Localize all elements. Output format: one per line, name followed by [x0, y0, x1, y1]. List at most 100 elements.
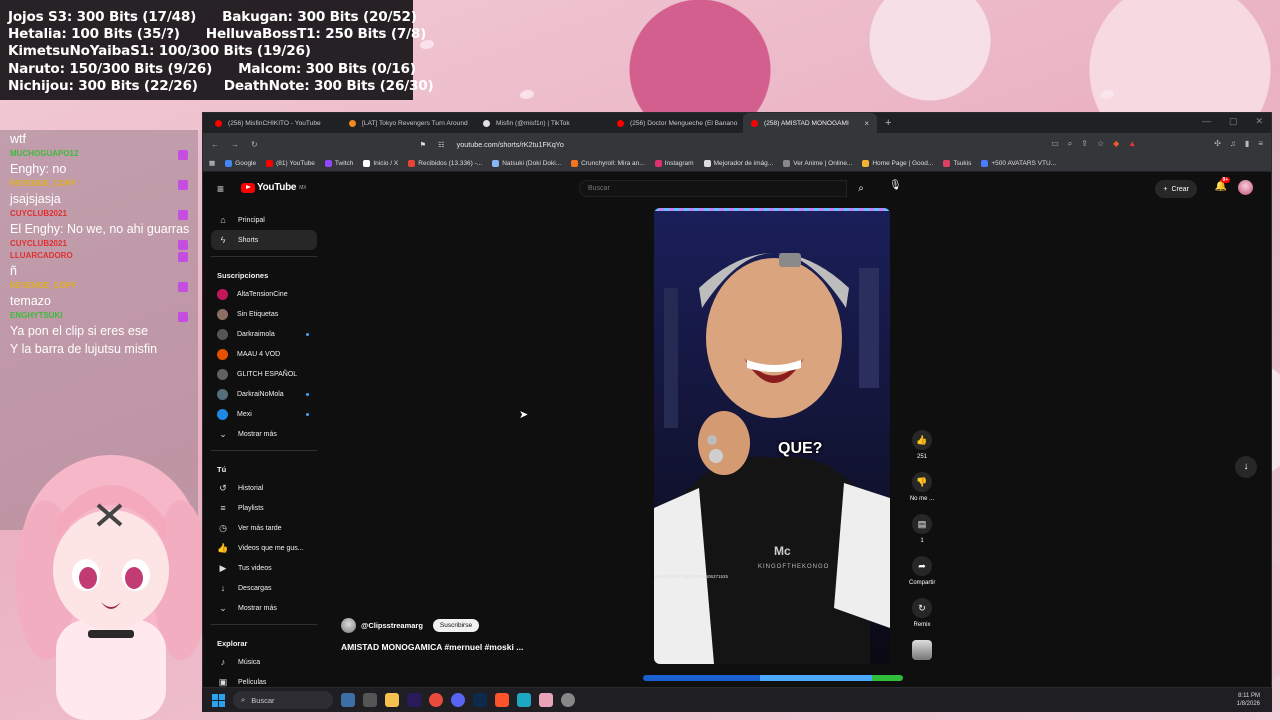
url-field[interactable]: youtube.com/shorts/rK2tu1FKqYo: [457, 140, 564, 149]
settings-icon[interactable]: [561, 693, 575, 707]
zoom-icon[interactable]: ⌕: [1068, 139, 1072, 149]
action-like[interactable]: 👍 251: [909, 430, 935, 460]
bookmark-item[interactable]: (81) YouTube: [266, 159, 315, 167]
subscription-item[interactable]: Sin Etiquetas: [211, 304, 317, 324]
bookmark-item[interactable]: Inicio / X: [363, 159, 398, 167]
chrome-icon[interactable]: [429, 693, 443, 707]
discord-icon[interactable]: [451, 693, 465, 707]
extension-icon[interactable]: ▲: [1128, 139, 1136, 149]
browser-tab[interactable]: (256) Doctor Mengueche (El Banano: [609, 113, 743, 133]
share-page-icon[interactable]: ⇪: [1081, 139, 1088, 149]
tab-close-icon[interactable]: ×: [864, 119, 869, 128]
sidebar-item[interactable]: ▣ Películas: [211, 672, 317, 687]
forward-icon[interactable]: →: [231, 140, 239, 149]
chat-username[interactable]: ENGHYTSUKI: [10, 310, 192, 322]
browser-tab[interactable]: (258) AMISTAD MONOGAMI ×: [743, 113, 877, 133]
bookmark-item[interactable]: Crunchyroll: Mira an...: [571, 159, 645, 167]
bookmark-item[interactable]: +500 AVATARS VTU...: [981, 159, 1056, 167]
site-info-icon[interactable]: ☷: [438, 140, 444, 149]
subscription-item[interactable]: MAAU 4 VOD: [211, 344, 317, 364]
apps-icon[interactable]: ▦: [209, 159, 215, 167]
sidebar-item[interactable]: ◷ Ver más tarde: [211, 518, 317, 538]
bookmark-item[interactable]: Tsukis: [943, 159, 971, 167]
video-title[interactable]: AMISTAD MONOGAMICA #mernuel #moski ...: [341, 642, 523, 652]
bookmark-item[interactable]: Google: [225, 159, 256, 167]
chat-username[interactable]: CUYCLUB2021: [10, 208, 192, 220]
bookmark-item[interactable]: Natsuki (Doki Doki...: [492, 159, 561, 167]
chat-username[interactable]: LLUARCADORO: [10, 250, 192, 262]
user-avatar[interactable]: [1238, 180, 1253, 195]
sidebar-item[interactable]: 👍 Videos que me gus...: [211, 538, 317, 558]
you-heading[interactable]: Tú: [211, 457, 317, 478]
browser-tab[interactable]: [LAT] Tokyo Revengers Turn Around: [341, 113, 475, 133]
search-button[interactable]: ⌕: [847, 180, 875, 197]
windows-start-icon[interactable]: [212, 693, 225, 707]
sidebar-item[interactable]: ▶ Tus videos: [211, 558, 317, 578]
bookmark-item[interactable]: Home Page | Good...: [862, 159, 933, 167]
sidebar-item[interactable]: ↺ Historial: [211, 478, 317, 498]
close-icon[interactable]: ✕: [1255, 116, 1263, 127]
sidebar-item[interactable]: ≡ Playlists: [211, 498, 317, 518]
media-icon[interactable]: ♫: [1230, 139, 1236, 149]
chat-username[interactable]: CUYCLUB2021: [10, 238, 192, 250]
cast-icon[interactable]: ▭: [1051, 139, 1059, 149]
channel-name[interactable]: @Clipsstreamarg: [361, 621, 423, 630]
subscriptions-heading[interactable]: Suscripciones: [211, 263, 317, 284]
bookmark-item[interactable]: Ver Anime | Online...: [783, 159, 852, 167]
puzzle-icon[interactable]: ✣: [1214, 139, 1221, 149]
bookmark-icon[interactable]: ⚑: [420, 140, 426, 149]
notifications-icon[interactable]: 🔔 9+: [1215, 177, 1231, 192]
minimize-icon[interactable]: —: [1202, 116, 1211, 127]
menu-icon[interactable]: ≡: [1258, 139, 1263, 149]
bookmark-item[interactable]: Instagram: [654, 159, 694, 167]
taskbar-search[interactable]: ⌕ Buscar: [233, 691, 333, 709]
subscription-item[interactable]: GLITCH ESPAÑOL: [211, 364, 317, 384]
sidebar-item[interactable]: ♪ Música: [211, 652, 317, 672]
reload-icon[interactable]: ↻: [251, 140, 258, 149]
youtube-logo[interactable]: YouTube MX: [241, 182, 306, 193]
sidebar-item[interactable]: ↓ Descargas: [211, 578, 317, 598]
action-remix[interactable]: ↻ Remix: [909, 598, 935, 628]
app-icon[interactable]: [517, 693, 531, 707]
photoshop-icon[interactable]: [473, 693, 487, 707]
brave-icon[interactable]: [495, 693, 509, 707]
back-icon[interactable]: ←: [211, 140, 219, 149]
star-icon[interactable]: ☆: [1097, 139, 1104, 149]
short-video-player[interactable]: QUE? Mc KINGOFTHEKONGO mirezz/video/7463…: [654, 208, 890, 664]
bookmark-item[interactable]: Mejorador de imág...: [703, 159, 773, 167]
show-more-button[interactable]: ⌄ Mostrar más: [211, 424, 317, 444]
action-share[interactable]: ➦ Compartir: [909, 556, 935, 586]
next-short-button[interactable]: ↓: [1235, 456, 1257, 478]
sidebar-item[interactable]: ⌂ Principal: [211, 210, 317, 230]
browser-tab[interactable]: (256) MisfinCHIKITO - YouTube: [207, 113, 341, 133]
file-explorer-icon[interactable]: [385, 693, 399, 707]
create-button[interactable]: + Crear: [1155, 180, 1197, 198]
channel-avatar[interactable]: [341, 618, 356, 633]
subscription-item[interactable]: Darkraimola: [211, 324, 317, 344]
action-comments[interactable]: ▤ 1: [909, 514, 935, 544]
action-dislike[interactable]: 👎 No me ...: [909, 472, 935, 502]
widgets-icon[interactable]: [341, 693, 355, 707]
sidebar-item[interactable]: ϟ Shorts: [211, 230, 317, 250]
subscription-item[interactable]: DarkraiNoMola: [211, 384, 317, 404]
subscription-item[interactable]: AltaTensionCine: [211, 284, 317, 304]
chat-username[interactable]: REVENGE_COPY: [10, 280, 192, 292]
show-more-button[interactable]: ⌄ Mostrar más: [211, 598, 317, 618]
subscription-item[interactable]: Mexi: [211, 404, 317, 424]
chat-username[interactable]: REVENGE_COPY: [10, 178, 192, 190]
maximize-icon[interactable]: ▢: [1229, 116, 1238, 127]
shield-icon[interactable]: ◆: [1113, 139, 1119, 149]
task-view-icon[interactable]: [363, 693, 377, 707]
voice-search-icon[interactable]: 🎙: [889, 180, 902, 191]
subscribe-button[interactable]: Suscribirse: [432, 619, 480, 632]
search-input[interactable]: Buscar: [579, 180, 847, 197]
new-tab-button[interactable]: +: [885, 117, 891, 129]
system-clock[interactable]: 8:11 PM 1/8/2026: [1237, 692, 1260, 708]
vtuber-app-icon[interactable]: [539, 693, 553, 707]
premiere-icon[interactable]: [407, 693, 421, 707]
chat-username[interactable]: MUCHOGUAPO12: [10, 148, 192, 160]
audio-thumbnail[interactable]: [912, 640, 932, 660]
sidebar-icon[interactable]: ▮: [1245, 139, 1249, 149]
browser-tab[interactable]: Misfin (@misf1n) | TikTok: [475, 113, 609, 133]
bookmark-item[interactable]: Recibidos (13.336) -...: [408, 159, 482, 167]
